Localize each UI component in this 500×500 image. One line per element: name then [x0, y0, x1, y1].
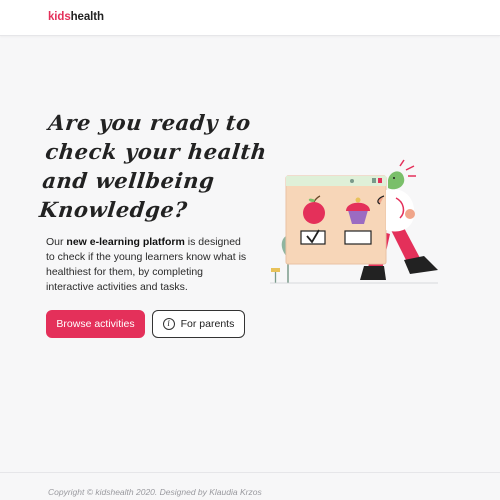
logo-kids: kids: [48, 11, 71, 23]
hero-illustration: [270, 159, 438, 284]
logo[interactable]: kidshealth: [48, 11, 104, 23]
info-icon: i: [162, 318, 175, 330]
copyright-text: Copyright © kidshealth 2020. Designed by…: [48, 487, 262, 497]
for-parents-label: For parents: [180, 318, 235, 330]
quiz-board-icon: [285, 175, 387, 265]
hero-intro: Our new e-learning platform is designed …: [46, 235, 251, 295]
headline-line: check your health: [44, 139, 269, 164]
for-parents-button[interactable]: i For parents: [152, 310, 245, 338]
headline-line: Are you ready to: [47, 110, 253, 135]
top-bar: kidshealth: [0, 0, 500, 36]
logo-health: health: [70, 11, 104, 23]
headline-line: Knowledge?: [38, 197, 189, 222]
browse-activities-button[interactable]: Browse activities: [46, 310, 145, 338]
intro-bold: new e-learning platform: [66, 236, 185, 248]
intro-prefix: Our: [46, 236, 67, 248]
browse-activities-label: Browse activities: [56, 318, 135, 330]
headline-line: and wellbeing: [41, 168, 216, 193]
footer: Copyright © kidshealth 2020. Designed by…: [0, 472, 500, 500]
hero-headline: Are you ready to check your health and w…: [38, 108, 280, 224]
